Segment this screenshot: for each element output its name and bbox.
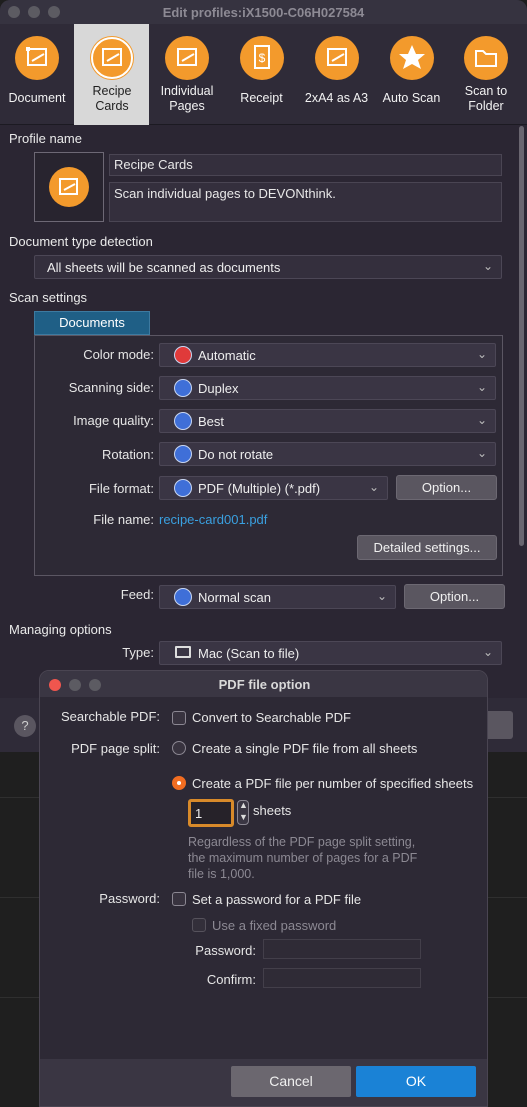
color-mode-label: Color mode:	[83, 347, 154, 362]
scanning-side-select[interactable]: Duplex ⌄	[159, 376, 496, 400]
color-mode-select[interactable]: Automatic ⌄	[159, 343, 496, 367]
pdf-file-option-dialog: PDF file option Searchable PDF: Convert …	[39, 670, 488, 1107]
pdf-icon	[174, 479, 192, 497]
dialog-title-bar: PDF file option	[40, 671, 487, 697]
profile-scan-to-folder[interactable]: Scan to Folder	[449, 24, 523, 125]
document-scan-icon	[15, 36, 59, 80]
scrollbar[interactable]	[516, 126, 527, 696]
searchable-pdf-option[interactable]: Convert to Searchable PDF	[192, 710, 351, 725]
profile-icon-well[interactable]	[34, 152, 104, 222]
page-split-note-line1: Regardless of the PDF page split setting…	[188, 835, 416, 849]
dialog-button-bar: Cancel OK	[40, 1059, 487, 1106]
chevron-down-icon: ⌄	[476, 380, 487, 394]
single-pdf-option[interactable]: Create a single PDF file from all sheets	[192, 741, 417, 756]
feed-option-button[interactable]: Option...	[404, 584, 505, 609]
chevron-down-icon: ⌄	[482, 645, 493, 659]
set-password-option[interactable]: Set a password for a PDF file	[192, 892, 361, 907]
profile-name-input[interactable]: Recipe Cards	[109, 154, 502, 176]
sheets-stepper[interactable]: ▲ ▼	[237, 800, 249, 825]
per-sheets-option[interactable]: Create a PDF file per number of specifie…	[192, 776, 473, 791]
document-type-detection-heading: Document type detection	[9, 234, 153, 249]
file-name-value[interactable]: recipe-card001.pdf	[159, 512, 267, 527]
image-quality-select[interactable]: Best ⌄	[159, 409, 496, 433]
confirm-field-label: Confirm:	[206, 972, 256, 987]
rotation-select[interactable]: Do not rotate ⌄	[159, 442, 496, 466]
ok-button[interactable]: OK	[356, 1066, 476, 1097]
profile-name-heading: Profile name	[9, 131, 82, 146]
image-quality-label: Image quality:	[73, 413, 154, 428]
feed-label: Feed:	[120, 587, 154, 602]
rotation-label: Rotation:	[101, 447, 154, 462]
sheets-count-input[interactable]: 1	[188, 799, 234, 827]
chevron-down-icon: ⌄	[476, 413, 487, 427]
scan-settings-heading: Scan settings	[9, 290, 88, 305]
searchable-pdf-label: Searchable PDF:	[61, 709, 160, 724]
detailed-settings-button[interactable]: Detailed settings...	[357, 535, 497, 560]
managing-options-heading: Managing options	[9, 622, 112, 637]
fixed-password-option[interactable]: Use a fixed password	[212, 918, 336, 933]
window-title: Edit profiles:iX1500-C06H027584	[162, 5, 365, 20]
feed-select[interactable]: Normal scan ⌄	[159, 585, 396, 609]
chevron-up-icon[interactable]: ▲	[239, 800, 248, 810]
recipe-cards-icon	[49, 167, 89, 207]
searchable-pdf-checkbox[interactable]	[172, 711, 186, 725]
duplex-icon	[174, 379, 192, 397]
auto-color-icon	[174, 346, 192, 364]
file-format-option-button[interactable]: Option...	[396, 475, 497, 500]
chevron-down-icon: ⌄	[368, 480, 379, 494]
password-section-label: Password:	[99, 891, 160, 906]
chevron-down-icon: ⌄	[476, 446, 487, 460]
profile-individual-pages[interactable]: Individual Pages	[149, 24, 224, 125]
a4-as-a3-icon	[314, 36, 359, 80]
single-pdf-radio[interactable]	[172, 741, 186, 755]
per-sheets-radio[interactable]	[172, 776, 186, 790]
page-split-note-line2: the maximum number of pages for a PDF	[188, 851, 418, 865]
file-name-label: File name:	[93, 512, 154, 527]
feed-icon	[174, 588, 192, 606]
help-button[interactable]: ?	[14, 715, 36, 737]
profile-description-input[interactable]: Scan individual pages to DEVONthink.	[109, 182, 502, 222]
profile-recipe-cards[interactable]: Recipe Cards	[74, 24, 149, 125]
checkerboard-icon	[174, 412, 192, 430]
document-type-detection-select[interactable]: All sheets will be scanned as documents …	[34, 255, 502, 279]
chevron-down-icon: ⌄	[376, 589, 387, 603]
chevron-down-icon: ⌄	[476, 347, 487, 361]
recipe-cards-icon	[89, 36, 134, 80]
fixed-password-checkbox[interactable]	[192, 918, 206, 932]
confirm-password-input[interactable]	[263, 968, 421, 988]
folder-icon	[464, 36, 508, 80]
sheets-unit-label: sheets	[253, 803, 292, 818]
profile-auto-scan[interactable]: Auto Scan	[374, 24, 449, 125]
dialog-title: PDF file option	[218, 677, 311, 692]
pdf-page-split-label: PDF page split:	[71, 741, 160, 756]
password-input[interactable]	[263, 939, 421, 959]
no-rotate-icon	[174, 445, 192, 463]
type-select[interactable]: Mac (Scan to file) ⌄	[159, 641, 502, 665]
profile-document[interactable]: Document	[0, 24, 74, 125]
profile-2xa4-as-a3[interactable]: 2xA4 as A3	[299, 24, 374, 125]
chevron-down-icon[interactable]: ▼	[239, 812, 248, 822]
scroll-thumb[interactable]	[519, 126, 524, 546]
receipt-icon: $	[239, 36, 284, 80]
computer-icon	[175, 646, 191, 658]
chevron-down-icon: ⌄	[482, 259, 493, 273]
tab-documents[interactable]: Documents	[34, 311, 150, 335]
set-password-checkbox[interactable]	[172, 892, 186, 906]
individual-pages-icon	[164, 36, 209, 80]
cancel-button[interactable]: Cancel	[231, 1066, 351, 1097]
page-split-note-line3: file is 1,000.	[188, 867, 255, 881]
profile-receipt[interactable]: $ Receipt	[224, 24, 299, 125]
title-bar: Edit profiles:iX1500-C06H027584	[0, 0, 527, 24]
star-icon	[389, 36, 434, 80]
type-label: Type:	[122, 645, 154, 660]
scanning-side-label: Scanning side:	[68, 380, 154, 395]
profile-toolbar: Document Recipe Cards Individual Pages $…	[0, 24, 527, 125]
file-format-select[interactable]: PDF (Multiple) (*.pdf) ⌄	[159, 476, 388, 500]
svg-text:$: $	[258, 51, 265, 65]
edit-profiles-window: Edit profiles:iX1500-C06H027584 Document…	[0, 0, 527, 752]
file-format-label: File format:	[88, 481, 154, 496]
password-field-label: Password:	[195, 943, 256, 958]
